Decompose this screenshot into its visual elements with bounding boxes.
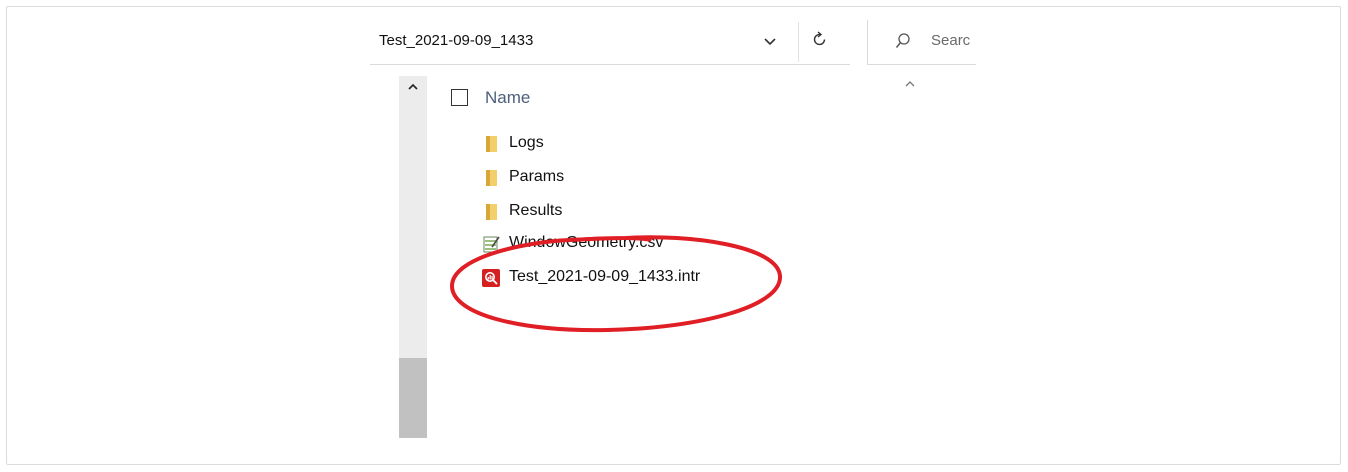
folder-icon [482,169,500,187]
folder-icon [482,135,500,153]
search-box[interactable]: Searc [867,20,976,65]
refresh-icon[interactable] [810,30,830,50]
navigation-scrollbar[interactable] [399,76,427,438]
list-item-label: Results [509,202,563,219]
sort-ascending-icon [904,76,916,87]
column-header-name[interactable]: Name [485,88,530,108]
file-explorer-window: Test_2021-09-09_1433 Searc Name Logs Par… [370,20,976,440]
csv-file-icon [482,235,500,253]
list-item-label: WindowGeometry.csv [509,234,664,251]
address-path[interactable]: Test_2021-09-09_1433 [379,32,533,49]
search-placeholder: Searc [931,32,971,49]
scrollbar-thumb[interactable] [399,358,427,438]
list-item-label: Test_2021-09-09_1433.intr [509,268,701,285]
select-all-checkbox[interactable] [451,89,468,106]
list-item-label: Logs [509,134,544,151]
folder-icon [482,203,500,221]
search-icon [895,32,911,50]
scroll-up-icon[interactable] [406,80,420,94]
chevron-down-icon[interactable] [760,30,780,50]
intr-file-icon [482,269,500,287]
address-separator [798,22,799,62]
list-item-label: Params [509,168,565,185]
address-bar[interactable]: Test_2021-09-09_1433 [370,20,850,65]
